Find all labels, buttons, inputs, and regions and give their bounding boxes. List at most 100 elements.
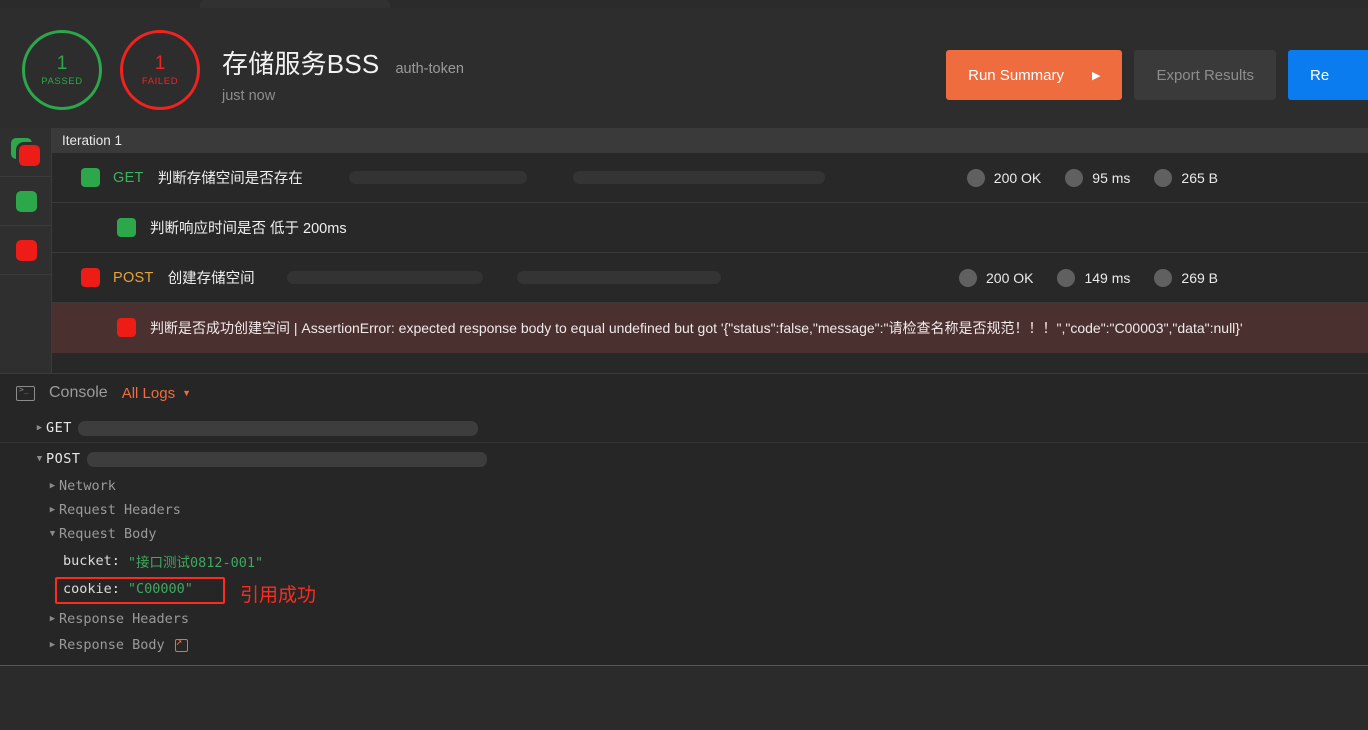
log-node-label: Request Headers — [59, 502, 181, 518]
request-meta: 200 OK 95 ms 265 B — [943, 153, 1218, 203]
status-dot-icon — [959, 269, 977, 287]
retry-button[interactable]: Re — [1288, 50, 1368, 100]
export-results-button[interactable]: Export Results — [1134, 50, 1276, 100]
disclosure-triangle-icon[interactable]: ▶ — [46, 640, 59, 650]
request-name: 判断存储空间是否存在 — [157, 171, 303, 187]
redacted-log-url — [77, 420, 478, 436]
log-node-response-body[interactable]: ▶ Response Body — [33, 633, 1368, 657]
table-row[interactable]: 判断响应时间是否 低于 200ms — [52, 203, 1368, 253]
disclosure-triangle-icon[interactable]: ▼ — [33, 454, 46, 464]
request-method: GET — [113, 169, 144, 186]
sidebar-item-all-results[interactable] — [0, 128, 52, 177]
run-summary-label: Run Summary — [968, 66, 1064, 84]
run-summary-button[interactable]: Run Summary ▶ — [946, 50, 1123, 100]
response-size: 265 B — [1154, 169, 1218, 187]
log-node-label: Request Body — [59, 526, 157, 542]
run-header: 1 PASSED 1 FAILED 存储服务BSS auth-token jus… — [0, 8, 1368, 128]
disclosure-triangle-icon[interactable]: ▶ — [33, 423, 46, 433]
console-panel: Console All Logs ▼ ▶ GET ▼ POST ▶ Networ… — [0, 373, 1368, 665]
redacted-log-url — [86, 451, 487, 467]
table-row[interactable]: GET 判断存储空间是否存在 200 OK 95 ms 265 B — [52, 153, 1368, 203]
passed-count: 1 — [56, 52, 68, 74]
response-time: 149 ms — [1057, 269, 1130, 287]
failed-square-icon — [15, 239, 37, 261]
log-kv-cookie: cookie: "C00000" — [33, 577, 1368, 601]
disclosure-triangle-icon[interactable]: ▼ — [46, 529, 59, 539]
disclosure-triangle-icon[interactable]: ▶ — [46, 505, 59, 515]
assertion-error-message: 判断是否成功创建空间 | AssertionError: expected re… — [150, 319, 1243, 336]
active-tab-sliver[interactable] — [200, 0, 390, 8]
status-chip-pass — [81, 168, 100, 187]
log-node-label: Network — [59, 478, 116, 494]
passed-donut: 1 PASSED — [22, 30, 102, 110]
request-meta: 200 OK 149 ms 269 B — [935, 253, 1218, 303]
log-node-request-headers[interactable]: ▶ Request Headers — [33, 498, 1368, 522]
status-code: 200 OK — [959, 269, 1033, 287]
redacted-url-part — [286, 271, 483, 284]
header-actions: Run Summary ▶ Export Results Re — [946, 50, 1368, 100]
redacted-url-part — [572, 171, 825, 184]
log-kv-bucket: bucket: "接口测试0812-001" — [33, 549, 1368, 573]
results-filter-rail — [0, 128, 52, 373]
time-dot-icon — [1065, 169, 1084, 187]
annotation-highlight-box — [55, 577, 225, 604]
terminal-icon — [16, 385, 35, 401]
status-dot-icon — [966, 169, 985, 187]
time-dot-icon — [1057, 269, 1076, 287]
log-key: bucket: — [63, 553, 120, 569]
status-code: 200 OK — [966, 169, 1041, 187]
log-node-label: Response Headers — [59, 611, 190, 627]
size-dot-icon — [1154, 269, 1173, 287]
table-row[interactable]: 判断是否成功创建空间 | AssertionError: expected re… — [52, 303, 1368, 353]
status-chip-fail — [81, 268, 100, 287]
table-row[interactable]: POST 创建存储空间 200 OK 149 ms 269 B — [52, 253, 1368, 303]
external-link-icon[interactable] — [174, 635, 188, 652]
sidebar-item-failed[interactable] — [0, 226, 52, 275]
log-value: "接口测试0812-001" — [127, 555, 264, 571]
log-filter-label: All Logs — [121, 384, 176, 402]
console-log-list: ▶ GET ▼ POST ▶ Network ▶ Request Headers… — [0, 412, 1368, 657]
failed-count: 1 — [154, 52, 166, 74]
run-title: 存储服务BSS — [222, 49, 380, 79]
iteration-header: Iteration 1 — [52, 128, 1368, 153]
log-method: POST — [46, 451, 81, 467]
passed-label: PASSED — [41, 75, 83, 87]
log-node-label: Response Body — [59, 637, 165, 653]
annotation-label: 引用成功 — [240, 585, 317, 606]
console-title: Console — [49, 384, 108, 401]
log-node-request-body[interactable]: ▼ Request Body — [33, 522, 1368, 546]
run-stats: 1 PASSED 1 FAILED — [22, 30, 200, 110]
tab-strip — [0, 0, 1368, 8]
redacted-url-part — [348, 171, 527, 184]
app-root: 1 PASSED 1 FAILED 存储服务BSS auth-token jus… — [0, 0, 1368, 730]
size-dot-icon — [1154, 169, 1173, 187]
log-node-response-headers[interactable]: ▶ Response Headers — [33, 607, 1368, 631]
all-results-icon — [11, 138, 41, 166]
console-header: Console All Logs ▼ — [0, 374, 1368, 412]
log-entry-post[interactable]: ▼ POST — [33, 447, 1368, 471]
redacted-url-part — [516, 271, 721, 284]
status-chip-fail — [117, 318, 136, 337]
sidebar-item-passed[interactable] — [0, 177, 52, 226]
response-size: 269 B — [1154, 269, 1218, 287]
log-node-network[interactable]: ▶ Network — [33, 474, 1368, 498]
request-name: 创建存储空间 — [167, 271, 255, 287]
run-timestamp: just now — [222, 88, 276, 104]
status-chip-pass — [117, 218, 136, 237]
log-entry-get[interactable]: ▶ GET — [33, 416, 1368, 440]
response-time: 95 ms — [1065, 169, 1130, 187]
log-method: GET — [46, 420, 72, 436]
disclosure-triangle-icon[interactable]: ▶ — [46, 614, 59, 624]
request-method: POST — [113, 269, 154, 286]
log-filter-dropdown[interactable]: All Logs ▼ — [122, 385, 191, 402]
rail-empty — [0, 275, 52, 373]
play-caret-icon: ▶ — [1091, 69, 1101, 82]
chevron-down-icon: ▼ — [182, 388, 191, 398]
results-panel: Iteration 1 GET 判断存储空间是否存在 200 OK 95 ms … — [52, 128, 1368, 373]
failed-donut: 1 FAILED — [120, 30, 200, 110]
run-subtitle: auth-token — [395, 61, 464, 77]
assertion-name: 判断响应时间是否 低于 200ms — [150, 221, 347, 237]
disclosure-triangle-icon[interactable]: ▶ — [46, 481, 59, 491]
failed-label: FAILED — [141, 75, 179, 87]
passed-square-icon — [15, 190, 37, 212]
